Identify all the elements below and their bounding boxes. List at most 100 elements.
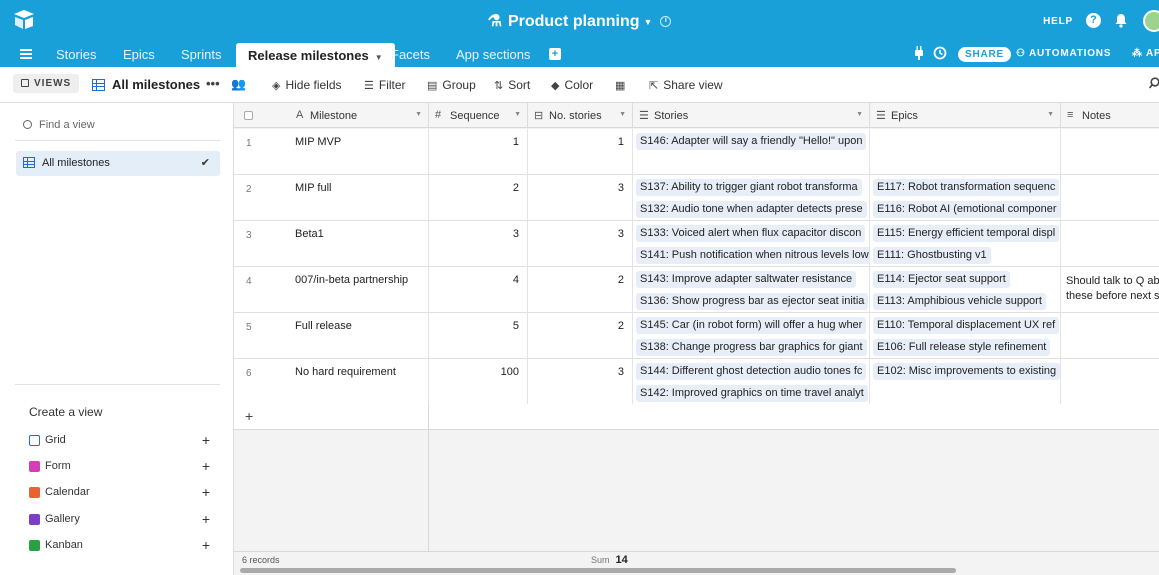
stories-count-cell[interactable]: 2 [528,267,633,313]
views-toggle-button[interactable]: VIEWS [13,74,80,93]
create-kanban-view[interactable]: Kanban + [29,537,220,554]
search-icon[interactable] [1149,77,1159,89]
column-header-notes[interactable]: ≡ Notes [1061,103,1159,128]
linked-story-chip[interactable]: S132: Audio tone when adapter detects pr… [636,201,867,218]
table-row[interactable]: 3 Beta1 3 3 S133: Voiced alert when flux cap… [234,221,1159,267]
stories-count-cell[interactable]: 3 [528,175,633,221]
epics-cell[interactable] [870,129,1061,175]
milestone-cell[interactable]: 3 Beta1 [234,221,429,267]
epics-cell[interactable]: E114: Ejector seat support E113: Amphibio… [870,267,1061,313]
epics-cell[interactable]: E102: Misc improvements to existing [870,359,1061,405]
stories-count-cell[interactable]: 2 [528,313,633,359]
linked-story-chip[interactable]: S146: Adapter will say a friendly "Hello… [636,133,867,150]
column-header-sequence[interactable]: # Sequence ▼ [429,103,528,128]
epics-cell[interactable]: E110: Temporal displacement UX ref E106: … [870,313,1061,359]
share-view-button[interactable]: ⇱ Share view [649,78,723,92]
table-row[interactable]: 6 No hard requirement 100 3 S144: Different … [234,359,1159,405]
linked-epic-chip[interactable]: E115: Energy efficient temporal displ [873,225,1060,242]
info-icon[interactable]: i [660,16,672,28]
color-button[interactable]: ◆ Color [551,78,593,92]
sequence-cell[interactable]: 5 [429,313,528,359]
base-title[interactable]: ⚗ Product planning ▼ i [0,11,1159,31]
linked-epic-chip[interactable]: E116: Robot AI (emotional componer [873,201,1060,218]
notes-cell[interactable]: Should talk to Q ab these before next s [1061,267,1159,313]
stories-count-cell[interactable]: 1 [528,129,633,175]
sequence-cell[interactable]: 2 [429,175,528,221]
sequence-sum[interactable]: Sum 14 [591,554,628,566]
chevron-down-icon[interactable]: ▼ [619,111,626,118]
create-form-view[interactable]: Form + [29,458,220,475]
chevron-down-icon[interactable]: ▼ [514,111,521,118]
stories-cell[interactable]: S133: Voiced alert when flux capacitor d… [633,221,870,267]
sidebar-item-all-milestones[interactable]: All milestones ✔ [16,151,220,176]
linked-story-chip[interactable]: S133: Voiced alert when flux capacitor d… [636,225,866,242]
column-header-stories[interactable]: ☰ Stories ▼ [633,103,870,128]
hide-fields-button[interactable]: ◈ Hide fields [272,78,342,92]
milestone-cell[interactable]: 2 MIP full [234,175,429,221]
history-icon[interactable] [933,46,947,60]
linked-story-chip[interactable]: S137: Ability to trigger giant robot tra… [636,179,862,196]
create-gallery-view[interactable]: Gallery + [29,511,220,528]
create-grid-view[interactable]: Grid + [29,432,220,449]
find-view-input[interactable]: Find a view [23,119,95,131]
stories-count-cell[interactable]: 3 [528,359,633,405]
bell-icon[interactable] [1114,13,1128,28]
user-avatar[interactable] [1143,10,1159,32]
automations-button[interactable]: ⚇ AUTOMATIONS [1016,48,1111,59]
table-row[interactable]: 1 MIP MVP 1 1 S146: Adapter will say a frien… [234,129,1159,175]
stories-cell[interactable]: S137: Ability to trigger giant robot tra… [633,175,870,221]
view-more-options-icon[interactable]: ••• [206,76,220,91]
share-button[interactable]: SHARE [958,47,1012,62]
apps-button[interactable]: ⁂ APPS [1132,48,1159,59]
linked-epic-chip[interactable]: E111: Ghostbusting v1 [873,247,991,264]
linked-story-chip[interactable]: S136: Show progress bar as ejector seat … [636,293,869,310]
linked-story-chip[interactable]: S145: Car (in robot form) will offer a h… [636,317,867,334]
milestone-cell[interactable]: 4 007/in-beta partnership [234,267,429,313]
epics-cell[interactable]: E117: Robot transformation sequenc E116: … [870,175,1061,221]
horizontal-scrollbar[interactable] [240,568,956,573]
stories-count-cell[interactable]: 3 [528,221,633,267]
add-table-icon[interactable]: + [549,48,561,60]
help-icon[interactable]: ? [1086,13,1101,28]
stories-cell[interactable]: S145: Car (in robot form) will offer a h… [633,313,870,359]
sequence-cell[interactable]: 1 [429,129,528,175]
linked-epic-chip[interactable]: E113: Amphibious vehicle support [873,293,1046,310]
tab-release-milestones[interactable]: Release milestones ▼ [236,43,395,67]
help-link[interactable]: HELP [1043,16,1073,27]
create-calendar-view[interactable]: Calendar + [29,484,220,501]
notes-cell[interactable] [1061,175,1159,221]
select-all-checkbox[interactable] [244,111,253,120]
table-row[interactable]: 2 MIP full 2 3 S137: Ability to trigger gian… [234,175,1159,221]
chevron-down-icon[interactable]: ▼ [415,111,422,118]
milestone-cell[interactable]: 5 Full release [234,313,429,359]
tab-stories[interactable]: Stories [56,47,96,62]
table-row[interactable]: 4 007/in-beta partnership 4 2 S143: Improve … [234,267,1159,313]
sequence-cell[interactable]: 100 [429,359,528,405]
column-header-no-stories[interactable]: ⊟ No. stories ▼ [528,103,633,128]
linked-story-chip[interactable]: S138: Change progress bar graphics for g… [636,339,867,356]
tab-sprints[interactable]: Sprints [181,47,221,62]
collaborative-view-icon[interactable]: 👥 [231,77,246,91]
notes-cell[interactable] [1061,359,1159,405]
chevron-down-icon[interactable]: ▼ [1047,111,1054,118]
linked-epic-chip[interactable]: E102: Misc improvements to existing [873,363,1060,380]
linked-story-chip[interactable]: S142: Improved graphics on time travel a… [636,385,868,402]
linked-story-chip[interactable]: S143: Improve adapter saltwater resistan… [636,271,857,288]
group-button[interactable]: ▤ Group [427,78,476,92]
milestone-cell[interactable]: 6 No hard requirement [234,359,429,405]
add-record-button[interactable]: + [234,404,1159,430]
stories-cell[interactable]: S146: Adapter will say a friendly "Hello… [633,129,870,175]
sequence-cell[interactable]: 4 [429,267,528,313]
linked-epic-chip[interactable]: E114: Ejector seat support [873,271,1010,288]
notes-cell[interactable] [1061,221,1159,267]
milestone-cell[interactable]: 1 MIP MVP [234,129,429,175]
current-view-name[interactable]: All milestones [92,77,200,92]
column-header-epics[interactable]: ☰ Epics ▼ [870,103,1061,128]
linked-epic-chip[interactable]: E117: Robot transformation sequenc [873,179,1060,196]
sort-button[interactable]: ⇅ Sort [494,78,530,92]
tab-epics[interactable]: Epics [123,47,155,62]
linked-epic-chip[interactable]: E110: Temporal displacement UX ref [873,317,1060,334]
linked-story-chip[interactable]: S144: Different ghost detection audio to… [636,363,867,380]
plug-icon[interactable] [914,46,924,60]
hamburger-menu-icon[interactable] [20,49,32,59]
